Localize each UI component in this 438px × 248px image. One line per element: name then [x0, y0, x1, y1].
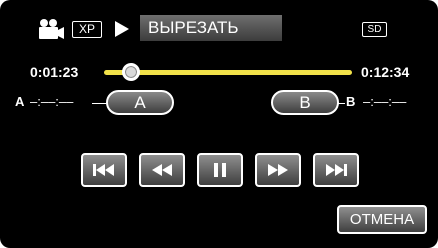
marker-a-time: –:––:––	[30, 94, 74, 109]
skip-to-end-icon	[326, 164, 347, 176]
set-b-button[interactable]: B	[271, 90, 339, 115]
skip-to-start-icon	[93, 164, 114, 176]
sd-card-badge: SD	[362, 22, 387, 37]
progress-knob[interactable]	[122, 63, 141, 81]
screen: XP ВЫРЕЗАТЬ SD 0:01:23 0:12:34 A –:––:––…	[0, 0, 438, 248]
skip-to-start-button[interactable]	[81, 153, 127, 187]
current-time: 0:01:23	[30, 64, 79, 80]
progress-track[interactable]	[104, 70, 352, 75]
fast-forward-icon	[268, 164, 288, 176]
quality-badge: XP	[72, 21, 102, 38]
marker-a-label: A	[15, 94, 25, 109]
movie-camera-icon	[39, 19, 64, 39]
marker-b-connector	[337, 103, 345, 104]
pause-button[interactable]	[197, 153, 243, 187]
pause-icon	[214, 163, 226, 177]
set-a-button[interactable]: A	[106, 90, 174, 115]
fast-forward-button[interactable]	[255, 153, 301, 187]
rewind-button[interactable]	[139, 153, 185, 187]
play-icon	[115, 21, 129, 37]
marker-b-label: B	[346, 94, 356, 109]
mode-title: ВЫРЕЗАТЬ	[140, 15, 282, 41]
cancel-button[interactable]: ОТМЕНА	[337, 205, 427, 234]
skip-to-end-button[interactable]	[313, 153, 359, 187]
total-time: 0:12:34	[361, 64, 410, 80]
rewind-icon	[152, 164, 172, 176]
marker-b-time: –:––:––	[363, 94, 407, 109]
